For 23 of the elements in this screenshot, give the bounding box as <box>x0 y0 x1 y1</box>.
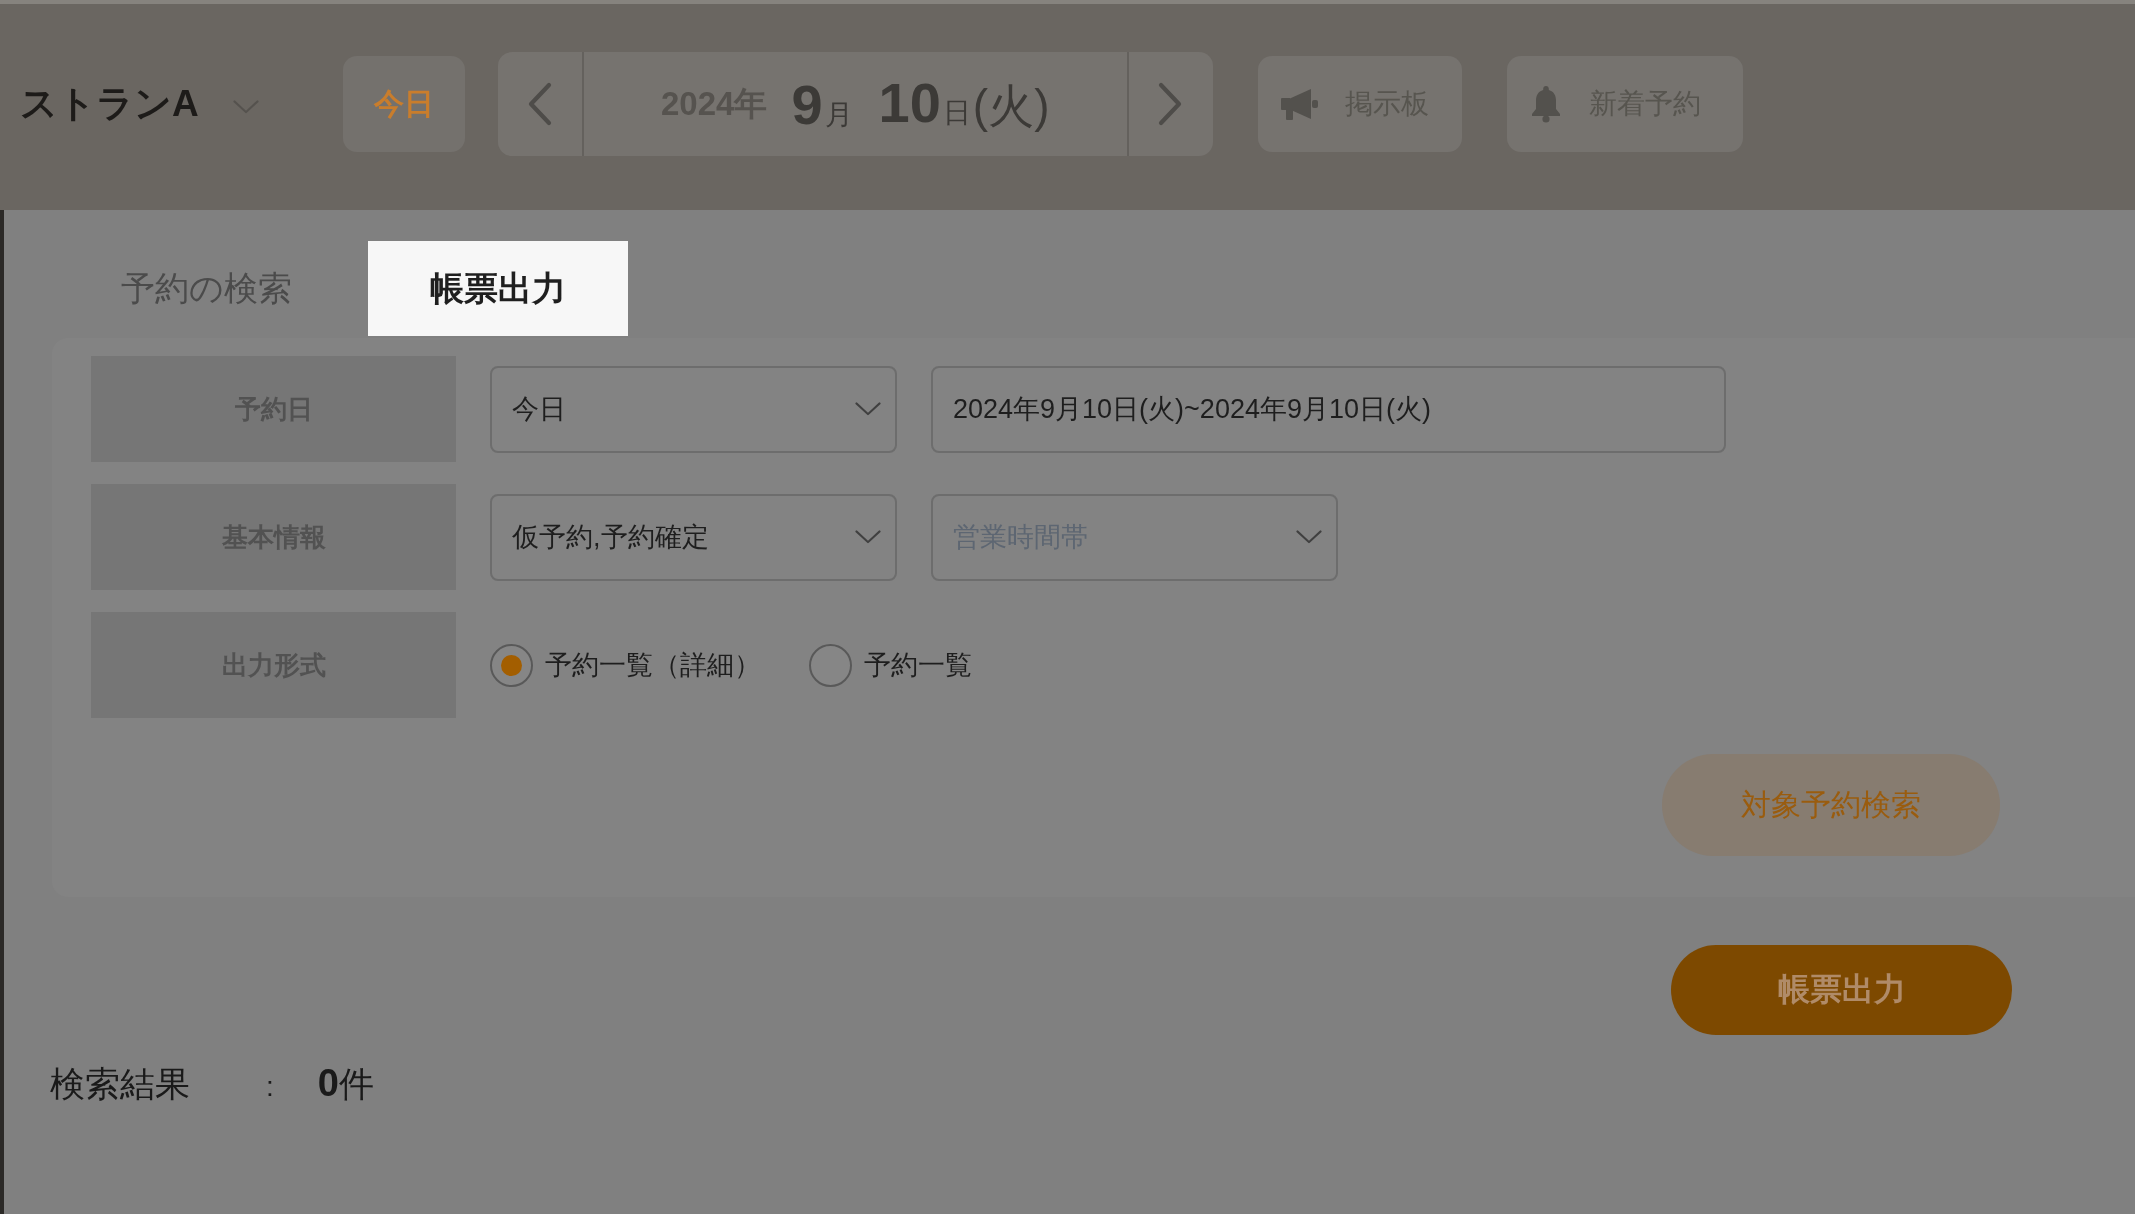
result-label: 検索結果 <box>50 1063 190 1105</box>
store-selector[interactable]: ストランA <box>0 74 259 134</box>
bell-icon <box>1529 85 1562 123</box>
search-reservations-button[interactable]: 対象予約検索 <box>1662 754 2000 856</box>
megaphone-icon <box>1280 87 1318 121</box>
export-report-button[interactable]: 帳票出力 <box>1671 945 2012 1035</box>
separator-text: : <box>266 1071 274 1103</box>
today-button[interactable]: 今日 <box>342 56 465 152</box>
month-text: 9月 <box>791 71 854 137</box>
radio-label: 予約一覧 <box>864 649 972 682</box>
radio-label: 予約一覧（詳細） <box>545 649 761 682</box>
date-range-field[interactable]: 2024年9月10日(火)~2024年9月10日(火) <box>931 365 1726 453</box>
day-text: 10 日(火) <box>878 70 1050 136</box>
chevron-down-icon <box>1296 530 1322 544</box>
chevron-left-icon <box>526 82 554 126</box>
chevron-down-icon <box>855 402 881 416</box>
radio-button[interactable] <box>809 643 852 687</box>
chevron-down-icon <box>855 530 881 544</box>
dropdown[interactable]: 今日 <box>490 365 897 453</box>
dropdown[interactable]: 仮予約,予約確定 <box>490 493 897 581</box>
tab[interactable]: 帳票出力 <box>368 241 628 336</box>
result-count: 0件 <box>317 1061 374 1106</box>
radio-button[interactable] <box>490 643 533 687</box>
